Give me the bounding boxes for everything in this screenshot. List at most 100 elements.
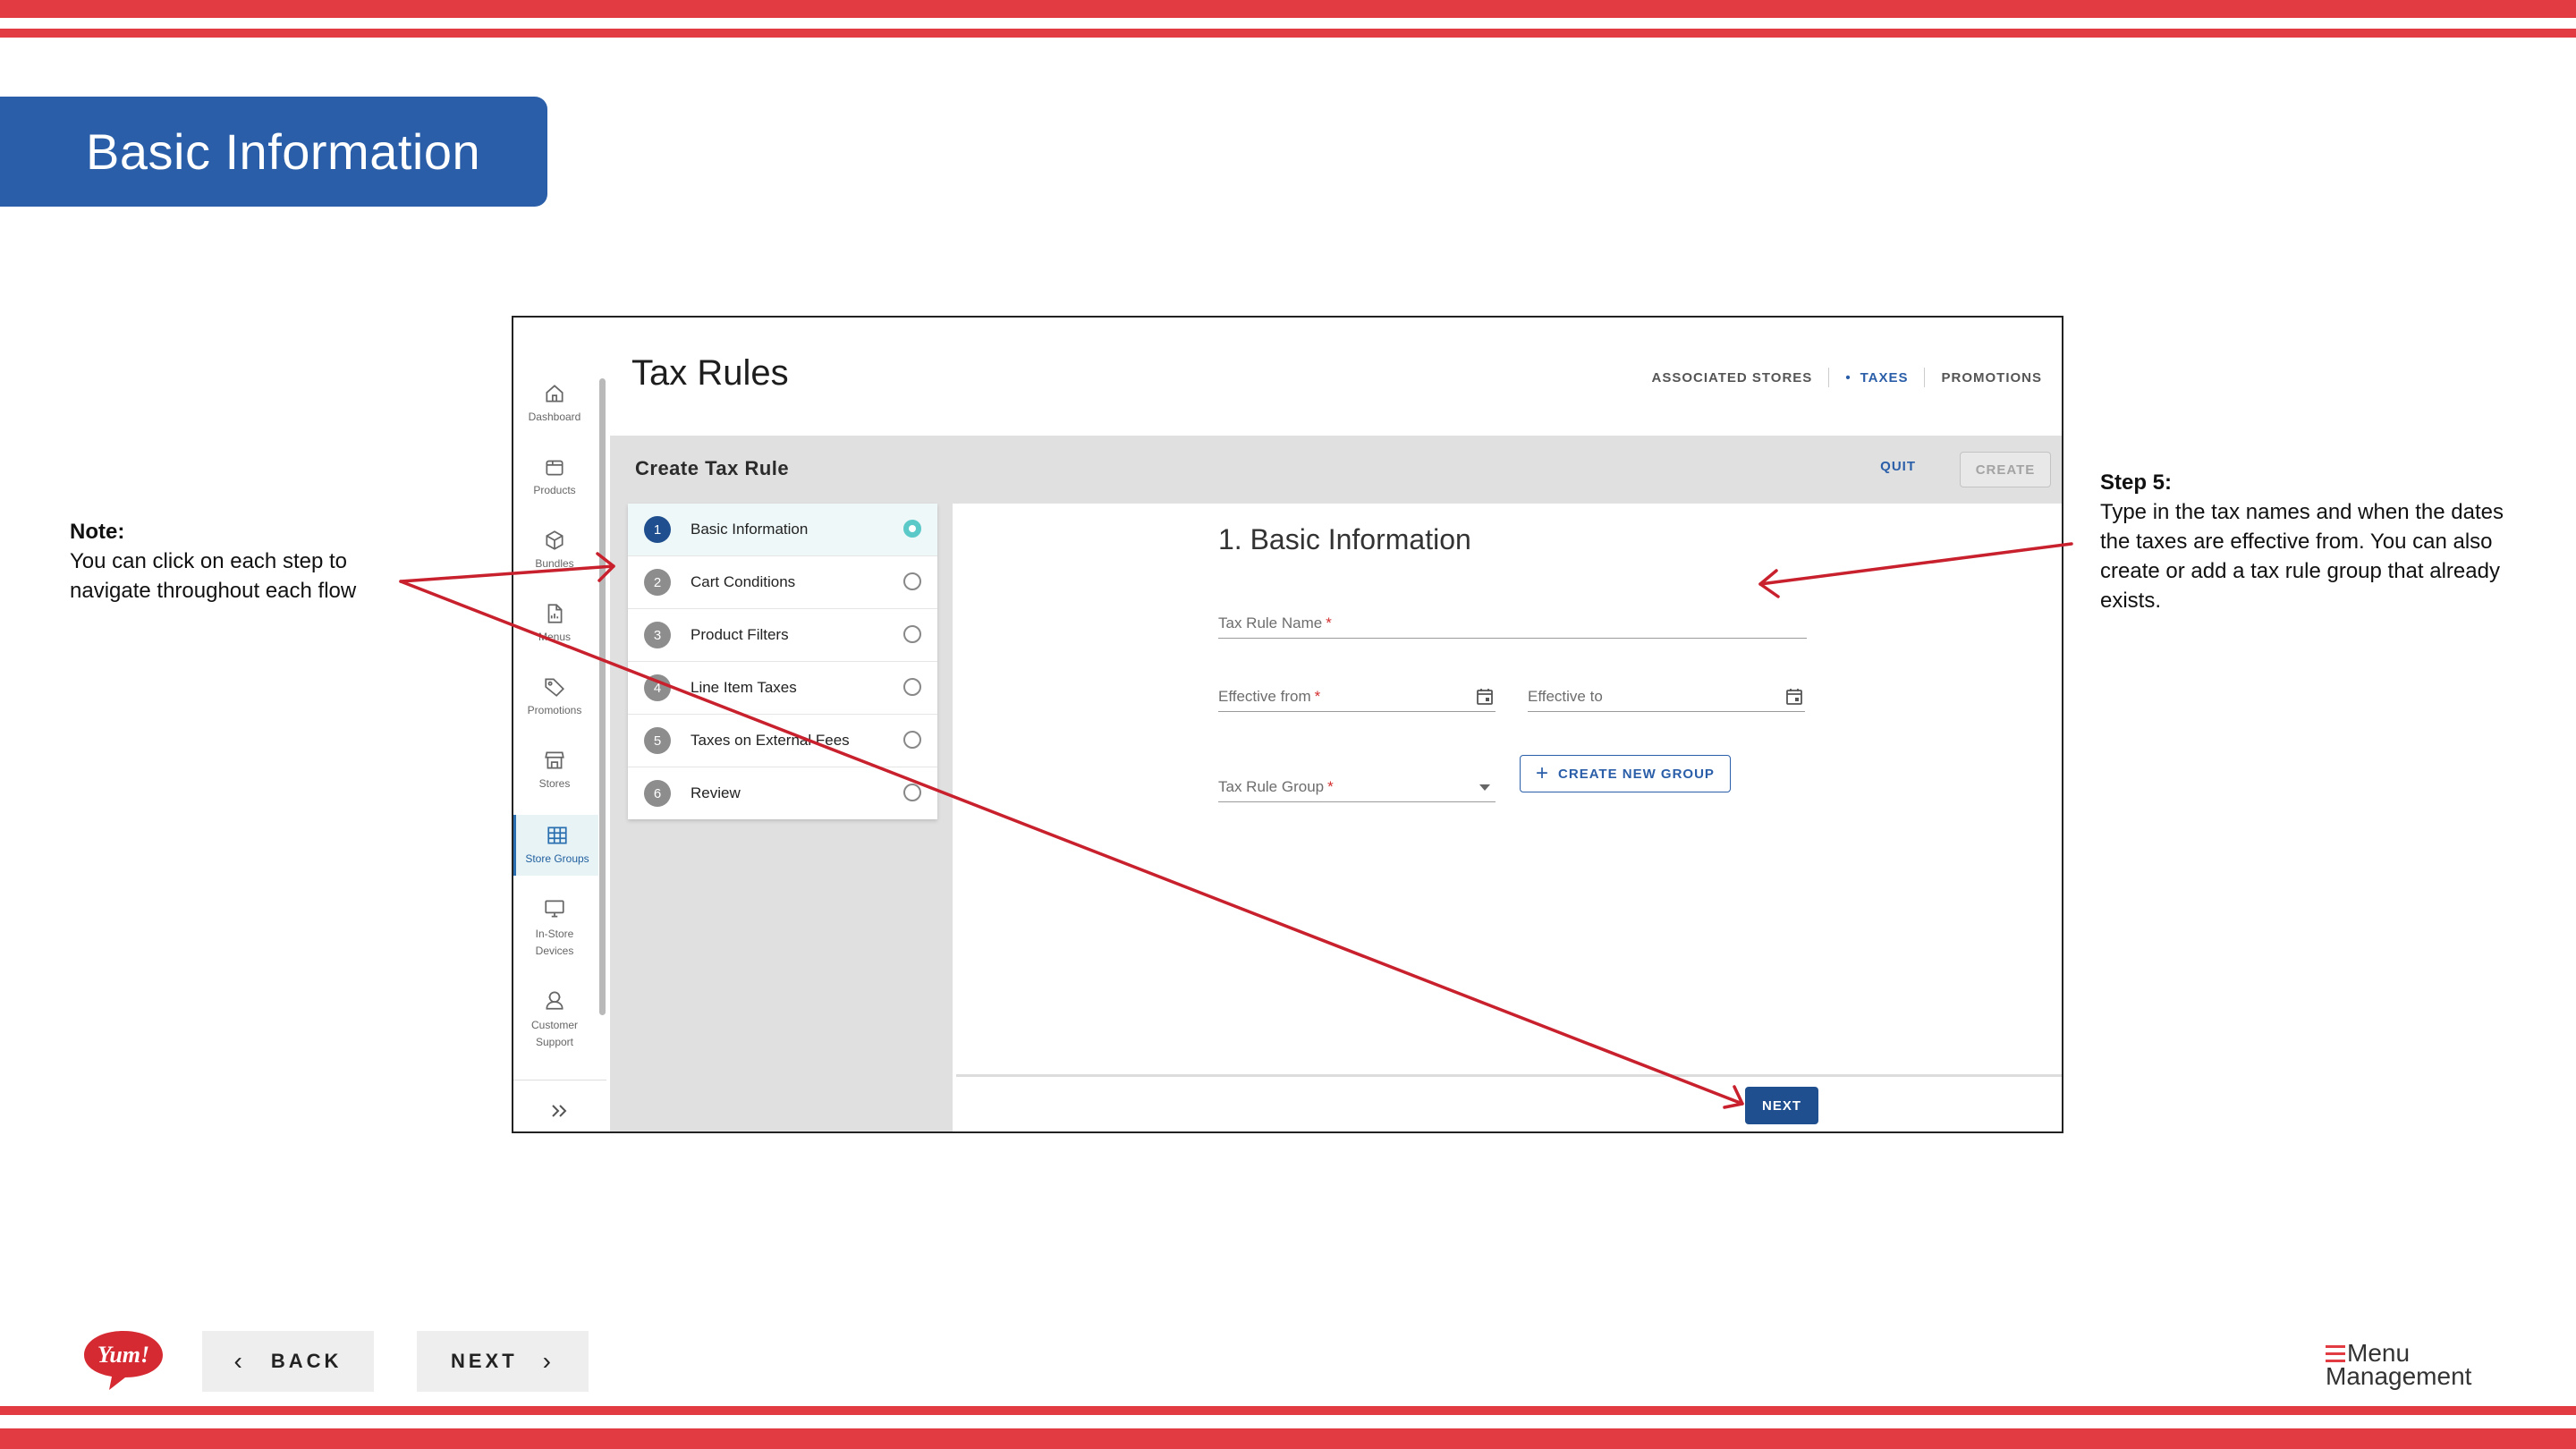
step-number: 2 bbox=[644, 569, 671, 596]
monitor-icon bbox=[545, 900, 564, 918]
step-heading: Step 5: bbox=[2100, 470, 2173, 495]
step-radio-icon bbox=[903, 625, 921, 643]
field-label: Effective to bbox=[1528, 688, 1603, 705]
tab-separator bbox=[1828, 368, 1830, 387]
step-label: Line Item Taxes bbox=[691, 679, 797, 696]
sidebar-item-store-groups[interactable]: Store Groups bbox=[513, 815, 598, 876]
bottom-stripe-2 bbox=[0, 1428, 2576, 1449]
app-screenshot: Dashboard Products Bundles Menus Promoti… bbox=[512, 316, 2063, 1133]
page-title: Tax Rules bbox=[631, 353, 789, 393]
sidebar-item-menus[interactable]: Menus bbox=[513, 602, 596, 643]
chevron-right-icon: › bbox=[542, 1347, 555, 1375]
sidebar-item-label: Dashboard bbox=[528, 411, 581, 423]
yum-logo: Yum! bbox=[84, 1331, 163, 1390]
create-bar-title: Create Tax Rule bbox=[635, 457, 790, 479]
sidebar-item-label: Store Groups bbox=[525, 852, 589, 865]
bottom-stripe-1 bbox=[0, 1406, 2576, 1415]
step-text: Type in the tax names and when the dates… bbox=[2100, 500, 2504, 613]
tag-icon bbox=[545, 678, 564, 697]
step-review[interactable]: 6 Review bbox=[628, 767, 937, 819]
slide-back-button[interactable]: ‹ BACK bbox=[202, 1331, 374, 1392]
step-radio-icon bbox=[903, 520, 921, 538]
top-stripe-2 bbox=[0, 29, 2576, 38]
plus-icon: + bbox=[1536, 761, 1550, 785]
sidebar-item-label: Bundles bbox=[535, 557, 574, 570]
sidebar-item-customer-support[interactable]: Customer Support bbox=[513, 988, 596, 1051]
field-label: Effective from * bbox=[1218, 688, 1321, 705]
active-tab-dot-icon: • bbox=[1845, 369, 1852, 386]
calendar-icon[interactable] bbox=[1474, 686, 1496, 708]
menu-management-logo: Menu Management bbox=[2326, 1341, 2496, 1395]
quit-button[interactable]: QUIT bbox=[1880, 459, 1916, 474]
home-icon bbox=[546, 385, 564, 402]
sidebar-item-in-store-devices[interactable]: In-Store Devices bbox=[513, 897, 596, 960]
next-label: NEXT bbox=[450, 1350, 518, 1372]
sidebar-item-promotions[interactable]: Promotions bbox=[513, 675, 596, 716]
create-tax-rule-bar: Create Tax Rule QUIT CREATE bbox=[610, 436, 2062, 504]
slide-title: Basic Information bbox=[86, 123, 481, 180]
step-radio-icon bbox=[903, 731, 921, 749]
slide-next-button[interactable]: NEXT › bbox=[417, 1331, 589, 1392]
storefront-icon bbox=[545, 751, 564, 769]
tab-promotions[interactable]: PROMOTIONS bbox=[1941, 370, 2042, 386]
create-new-group-button[interactable]: + CREATE NEW GROUP bbox=[1520, 755, 1731, 792]
form-title: 1. Basic Information bbox=[1218, 523, 1471, 555]
tab-taxes[interactable]: TAXES bbox=[1860, 370, 1909, 386]
basic-information-form: 1. Basic Information Tax Rule Name * Effe… bbox=[953, 504, 2062, 1131]
dropdown-arrow-icon bbox=[1479, 784, 1490, 791]
cube-icon bbox=[546, 530, 564, 550]
sidebar-item-bundles[interactable]: Bundles bbox=[513, 529, 596, 570]
back-label: BACK bbox=[270, 1350, 343, 1372]
stepper: 1 Basic Information 2 Cart Conditions 3 … bbox=[628, 504, 937, 819]
sidebar-nav: Dashboard Products Bundles Menus Promoti… bbox=[513, 318, 610, 1131]
step-label: Taxes on External Fees bbox=[691, 732, 850, 749]
sidebar-item-stores[interactable]: Stores bbox=[513, 749, 596, 790]
note-heading: Note: bbox=[70, 520, 125, 544]
step-number: 5 bbox=[644, 727, 671, 754]
step-label: Review bbox=[691, 784, 741, 801]
step-cart-conditions[interactable]: 2 Cart Conditions bbox=[628, 556, 937, 609]
tab-separator bbox=[1924, 368, 1926, 387]
required-mark: * bbox=[1326, 614, 1332, 631]
step-basic-information[interactable]: 1 Basic Information bbox=[628, 504, 937, 556]
note-text: You can click on each step to navigate t… bbox=[70, 549, 357, 603]
expand-sidebar-icon[interactable] bbox=[542, 1097, 578, 1124]
slide-title-banner: Basic Information bbox=[0, 97, 547, 207]
sidebar-item-products[interactable]: Products bbox=[513, 455, 596, 496]
step-number: 6 bbox=[644, 780, 671, 807]
sidebar-item-label: Promotions bbox=[527, 704, 582, 716]
effective-to-field[interactable]: Effective to bbox=[1528, 675, 1805, 712]
step-product-filters[interactable]: 3 Product Filters bbox=[628, 609, 937, 662]
field-label: Tax Rule Group * bbox=[1218, 778, 1334, 795]
step-radio-icon bbox=[903, 572, 921, 590]
note-callout: Note: You can click on each step to navi… bbox=[70, 517, 410, 606]
effective-from-field[interactable]: Effective from * bbox=[1218, 675, 1496, 712]
brand-line-2: Management bbox=[2326, 1362, 2472, 1390]
step-label: Product Filters bbox=[691, 626, 789, 643]
steps-column: 1 Basic Information 2 Cart Conditions 3 … bbox=[610, 504, 953, 1131]
step-number: 3 bbox=[644, 622, 671, 648]
step-taxes-on-external-fees[interactable]: 5 Taxes on External Fees bbox=[628, 715, 937, 767]
step-number: 1 bbox=[644, 516, 671, 543]
tax-rule-name-field[interactable]: Tax Rule Name * bbox=[1218, 602, 1807, 639]
create-button[interactable]: CREATE bbox=[1960, 452, 2051, 487]
sidebar-scrollbar[interactable] bbox=[599, 378, 606, 1015]
step-radio-icon bbox=[903, 784, 921, 801]
document-icon bbox=[547, 604, 563, 623]
sidebar-item-dashboard[interactable]: Dashboard bbox=[513, 382, 596, 423]
top-stripe-1 bbox=[0, 0, 2576, 18]
step-radio-icon bbox=[903, 678, 921, 696]
field-label: Tax Rule Name * bbox=[1218, 614, 1332, 631]
step-label: Basic Information bbox=[691, 521, 809, 538]
calendar-icon[interactable] bbox=[1784, 686, 1805, 708]
tab-associated-stores[interactable]: ASSOCIATED STORES bbox=[1652, 370, 1813, 386]
step-label: Cart Conditions bbox=[691, 573, 796, 590]
form-footer-divider bbox=[956, 1074, 2062, 1077]
tax-rule-group-select[interactable]: Tax Rule Group * bbox=[1218, 766, 1496, 802]
sidebar-item-label: In-Store Devices bbox=[535, 928, 574, 957]
step-line-item-taxes[interactable]: 4 Line Item Taxes bbox=[628, 662, 937, 715]
yum-logo-text: Yum! bbox=[97, 1342, 149, 1368]
form-next-button[interactable]: NEXT bbox=[1745, 1087, 1818, 1124]
top-tabs: ASSOCIATED STORES • TAXES PROMOTIONS bbox=[1652, 368, 2043, 387]
step-number: 4 bbox=[644, 674, 671, 701]
